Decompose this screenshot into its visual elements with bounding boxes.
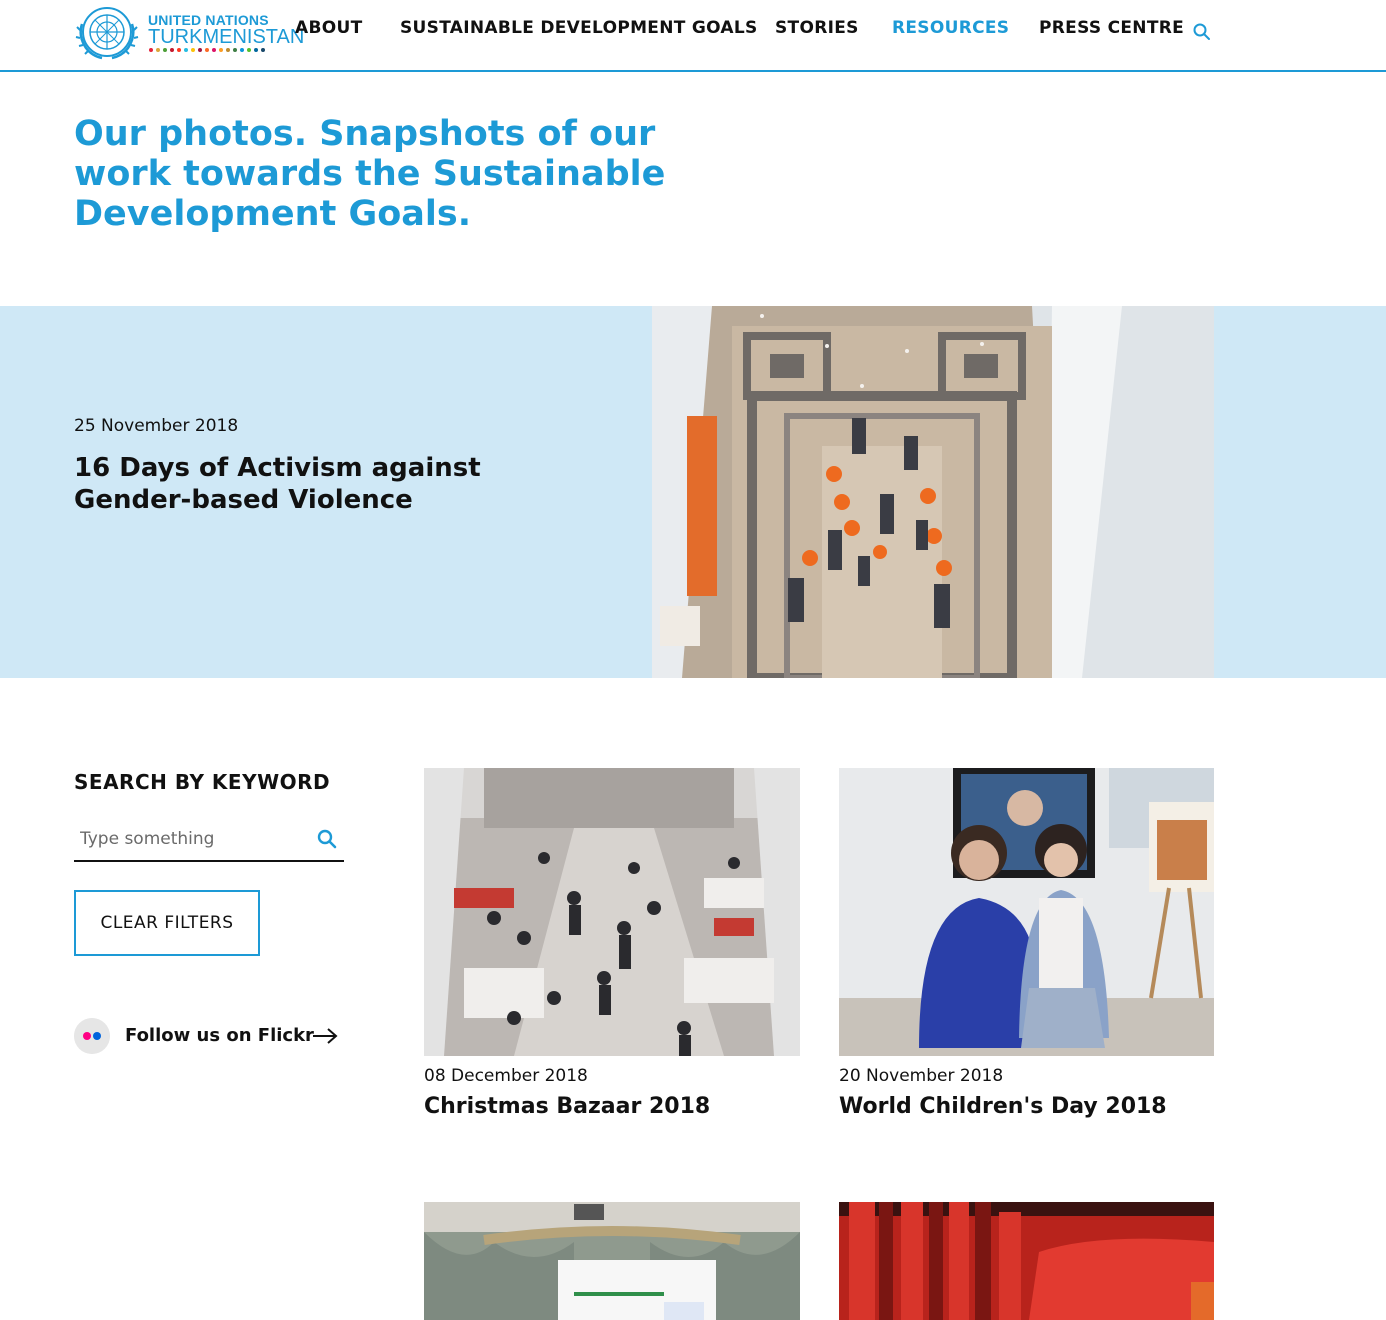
featured-album-title[interactable]: 16 Days of Activism against Gender-based…	[74, 452, 594, 516]
world-childrens-day-photo	[839, 768, 1214, 1056]
sdg-color-dot	[219, 48, 223, 52]
album-card[interactable]	[839, 1202, 1214, 1320]
site-header: UNITED NATIONS TURKMENISTAN ABOUT SUSTAI…	[0, 0, 1386, 72]
un-turkmenistan-logo[interactable]: UNITED NATIONS TURKMENISTAN	[74, 4, 304, 60]
sdg-color-dot	[184, 48, 188, 52]
un-emblem-icon	[75, 7, 139, 60]
nav-about[interactable]: ABOUT	[295, 18, 362, 38]
follow-flickr-label: Follow us on Flickr	[125, 1025, 314, 1046]
sdg-color-dot	[156, 48, 160, 52]
sdg-color-dots	[149, 48, 265, 52]
featured-album-date: 25 November 2018	[74, 416, 239, 436]
logo-line-turkmenistan: TURKMENISTAN	[148, 26, 305, 48]
page-title: Our photos. Snapshots of our work toward…	[74, 114, 666, 234]
featured-album-photo[interactable]	[652, 306, 1214, 678]
keyword-search-box	[74, 818, 344, 862]
sdg-color-dot	[233, 48, 237, 52]
keyword-search-input[interactable]	[74, 822, 304, 856]
sdg-color-dot	[212, 48, 216, 52]
sdg-color-dot	[149, 48, 153, 52]
sdg-color-dot	[163, 48, 167, 52]
album-card-photo[interactable]	[424, 1202, 800, 1320]
album-card-date: 20 November 2018	[839, 1066, 1004, 1086]
album-card[interactable]: 20 November 2018 World Children's Day 20…	[839, 768, 1214, 1128]
search-by-keyword-heading: SEARCH BY KEYWORD	[74, 770, 331, 794]
red-stage-photo	[839, 1202, 1214, 1320]
arrow-right-icon	[313, 1028, 338, 1044]
album-card-photo[interactable]	[839, 768, 1214, 1056]
marble-hall-group-photo	[652, 306, 1214, 678]
flickr-icon	[74, 1018, 110, 1054]
nav-stories[interactable]: STORIES	[775, 18, 859, 38]
album-card-title[interactable]: World Children's Day 2018	[839, 1094, 1167, 1119]
search-icon[interactable]	[316, 828, 338, 850]
sdg-color-dot	[261, 48, 265, 52]
nav-sustainable-development-goals[interactable]: SUSTAINABLE DEVELOPMENT GOALS	[400, 18, 758, 38]
sdg-color-dot	[240, 48, 244, 52]
presentation-hall-photo	[424, 1202, 800, 1320]
clear-filters-button[interactable]: CLEAR FILTERS	[74, 890, 260, 956]
album-card[interactable]: 08 December 2018 Christmas Bazaar 2018	[424, 768, 800, 1128]
album-card-title[interactable]: Christmas Bazaar 2018	[424, 1094, 710, 1119]
sdg-color-dot	[198, 48, 202, 52]
sdg-color-dot	[191, 48, 195, 52]
album-card-photo[interactable]	[839, 1202, 1214, 1320]
sdg-color-dot	[170, 48, 174, 52]
sdg-color-dot	[205, 48, 209, 52]
christmas-bazaar-photo	[424, 768, 800, 1056]
follow-flickr-link[interactable]: Follow us on Flickr	[74, 1016, 344, 1056]
sdg-color-dot	[247, 48, 251, 52]
sdg-color-dot	[254, 48, 258, 52]
sdg-color-dot	[177, 48, 181, 52]
sdg-color-dot	[226, 48, 230, 52]
nav-press-centre[interactable]: PRESS CENTRE	[1039, 18, 1184, 38]
album-card[interactable]	[424, 1202, 800, 1320]
nav-resources[interactable]: RESOURCES	[892, 18, 1009, 38]
search-icon[interactable]	[1192, 22, 1212, 42]
album-card-date: 08 December 2018	[424, 1066, 588, 1086]
album-card-photo[interactable]	[424, 768, 800, 1056]
